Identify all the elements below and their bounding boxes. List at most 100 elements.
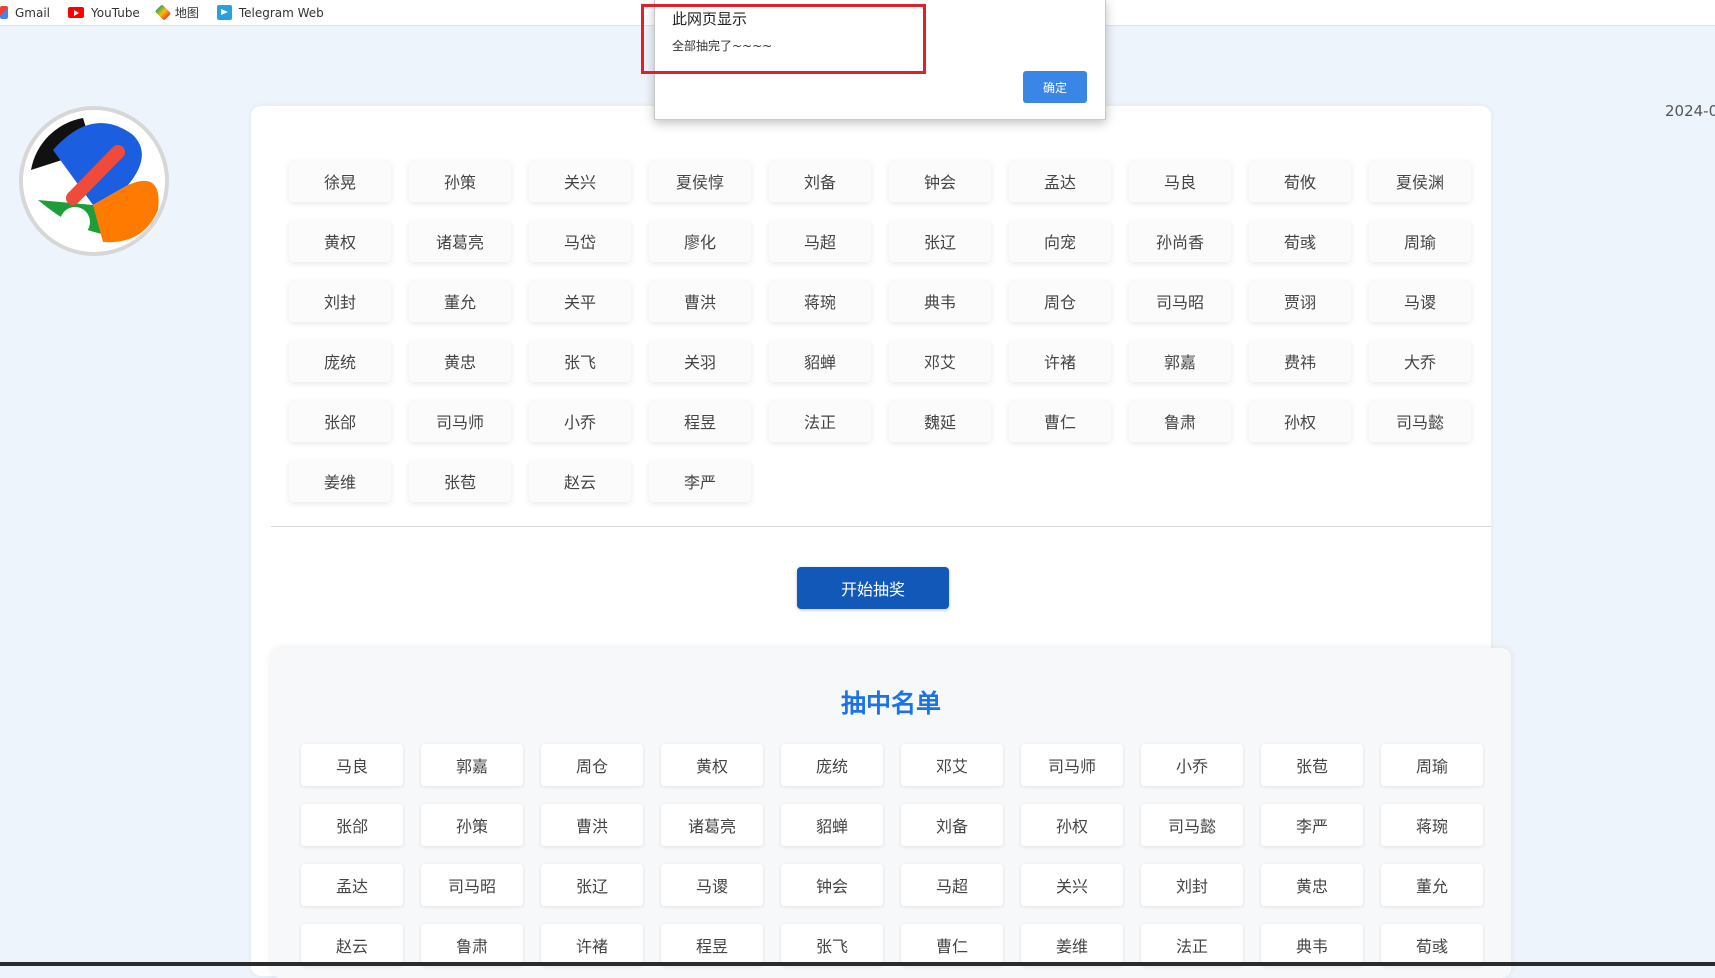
site-logo (19, 106, 169, 256)
winner-chip: 张郃 (301, 804, 403, 846)
bookmark-label: YouTube (91, 5, 140, 20)
bookmark-label: Gmail (15, 5, 51, 20)
bookmark-maps[interactable]: 地图 (154, 4, 199, 21)
name-chip: 司马师 (409, 400, 511, 442)
winner-chip: 邓艾 (901, 744, 1003, 786)
name-chip: 小乔 (529, 400, 631, 442)
winner-chip: 赵云 (301, 924, 403, 966)
maps-icon (154, 4, 171, 21)
name-chip: 张郃 (289, 400, 391, 442)
name-chip: 荀彧 (1249, 220, 1351, 262)
name-chip: 鲁肃 (1129, 400, 1231, 442)
name-chip: 李严 (649, 460, 751, 502)
winner-chip: 张飞 (781, 924, 883, 966)
winner-chip: 典韦 (1261, 924, 1363, 966)
winner-chip: 黄忠 (1261, 864, 1363, 906)
winner-chip: 小乔 (1141, 744, 1243, 786)
winner-chip: 荀彧 (1381, 924, 1483, 966)
name-chip: 马岱 (529, 220, 631, 262)
winner-chip: 庞统 (781, 744, 883, 786)
name-chip: 向宠 (1009, 220, 1111, 262)
winner-chip: 蒋琬 (1381, 804, 1483, 846)
winner-chip: 马良 (301, 744, 403, 786)
name-chip: 程昱 (649, 400, 751, 442)
name-chip: 周仓 (1009, 280, 1111, 322)
name-chip: 魏延 (889, 400, 991, 442)
winner-chip: 孟达 (301, 864, 403, 906)
winner-chip: 马谡 (661, 864, 763, 906)
name-chip: 姜维 (289, 460, 391, 502)
name-chip: 大乔 (1369, 340, 1471, 382)
name-chip: 廖化 (649, 220, 751, 262)
telegram-icon (216, 5, 232, 20)
winner-chip: 钟会 (781, 864, 883, 906)
winner-chip: 周仓 (541, 744, 643, 786)
winner-chip: 貂蝉 (781, 804, 883, 846)
winner-chip: 法正 (1141, 924, 1243, 966)
name-chip: 孙策 (409, 160, 511, 202)
logo-graphic (23, 110, 165, 252)
winner-chip: 李严 (1261, 804, 1363, 846)
name-chip: 司马昭 (1129, 280, 1231, 322)
name-chip: 费祎 (1249, 340, 1351, 382)
name-chip: 贾诩 (1249, 280, 1351, 322)
name-chip: 周瑜 (1369, 220, 1471, 262)
winner-chip: 孙策 (421, 804, 523, 846)
bookmark-label: 地图 (174, 6, 199, 20)
winner-chip: 刘备 (901, 804, 1003, 846)
name-chip: 马超 (769, 220, 871, 262)
winner-chip: 曹仁 (901, 924, 1003, 966)
gmail-icon (0, 6, 8, 19)
highlight-box (641, 4, 926, 74)
name-chip: 邓艾 (889, 340, 991, 382)
bookmark-telegram[interactable]: Telegram Web (216, 5, 324, 20)
dialog-ok-button[interactable]: 确定 (1023, 71, 1087, 103)
name-pool: 徐晃 孙策 关兴 夏侯惇 刘备 钟会 孟达 马良 荀攸 夏侯渊 黄权 诸葛亮 马岱 廖化 马超 张辽 向宠 孙尚香… (289, 160, 1489, 502)
bookmark-label: Telegram Web (238, 5, 324, 20)
name-chip: 徐晃 (289, 160, 391, 202)
name-chip: 荀攸 (1249, 160, 1351, 202)
name-chip: 张苞 (409, 460, 511, 502)
winner-chip: 司马师 (1021, 744, 1123, 786)
winner-chip: 司马懿 (1141, 804, 1243, 846)
winner-chip: 张苞 (1261, 744, 1363, 786)
name-chip: 张辽 (889, 220, 991, 262)
winner-chip: 许褚 (541, 924, 643, 966)
winner-chip: 曹洪 (541, 804, 643, 846)
name-chip: 赵云 (529, 460, 631, 502)
name-chip: 曹仁 (1009, 400, 1111, 442)
bookmark-youtube[interactable]: YouTube (68, 6, 140, 20)
name-chip: 钟会 (889, 160, 991, 202)
name-chip: 貂蝉 (769, 340, 871, 382)
name-chip: 马谡 (1369, 280, 1471, 322)
name-chip: 孙权 (1249, 400, 1351, 442)
winner-chip: 程昱 (661, 924, 763, 966)
winner-chip: 孙权 (1021, 804, 1123, 846)
name-chip: 黄忠 (409, 340, 511, 382)
name-chip: 典韦 (889, 280, 991, 322)
name-chip: 董允 (409, 280, 511, 322)
name-chip: 孟达 (1009, 160, 1111, 202)
name-chip: 曹洪 (649, 280, 751, 322)
name-chip: 庞统 (289, 340, 391, 382)
winner-chip: 黄权 (661, 744, 763, 786)
name-chip: 关兴 (529, 160, 631, 202)
name-chip: 刘封 (289, 280, 391, 322)
name-chip: 张飞 (529, 340, 631, 382)
start-draw-button[interactable]: 开始抽奖 (797, 567, 949, 609)
winners-grid: 马良 郭嘉 周仓 黄权 庞统 邓艾 司马师 小乔 张苞 周瑜 张郃 孙策 曹洪 诸葛亮 貂蝉 刘备 孙权 司马懿李… (301, 744, 1483, 966)
name-chip: 司马懿 (1369, 400, 1471, 442)
winner-chip: 马超 (901, 864, 1003, 906)
name-chip: 蒋琬 (769, 280, 871, 322)
winners-panel: 抽中名单 马良 郭嘉 周仓 黄权 庞统 邓艾 司马师 小乔 张苞 周瑜 张郃 孙策 曹洪 诸葛亮 貂蝉 刘备孙… (271, 648, 1511, 978)
name-chip: 关羽 (649, 340, 751, 382)
name-chip: 郭嘉 (1129, 340, 1231, 382)
bookmark-gmail[interactable]: Gmail (0, 6, 50, 20)
name-chip: 诸葛亮 (409, 220, 511, 262)
winner-chip: 刘封 (1141, 864, 1243, 906)
name-chip: 关平 (529, 280, 631, 322)
name-chip: 孙尚香 (1129, 220, 1231, 262)
winner-chip: 司马昭 (421, 864, 523, 906)
name-chip: 刘备 (769, 160, 871, 202)
winners-title: 抽中名单 (840, 689, 941, 718)
